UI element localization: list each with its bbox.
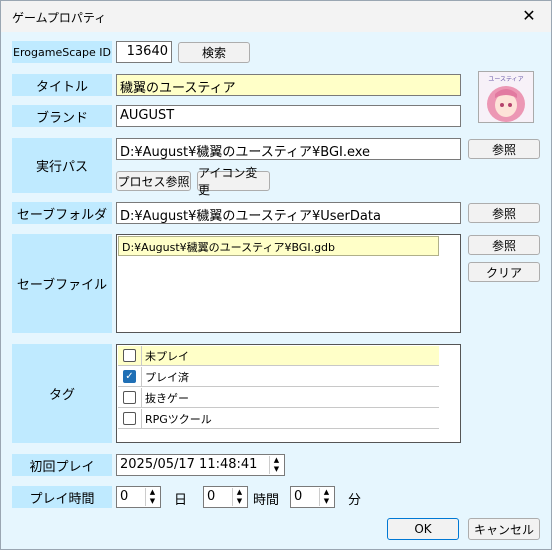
save-folder-label: セーブフォルダ <box>12 202 112 224</box>
tag-row[interactable]: RPGツクール <box>118 409 439 429</box>
first-play-label: 初回プレイ <box>12 454 112 476</box>
svg-text:ユースティア: ユースティア <box>488 76 523 83</box>
days-stepper[interactable]: 0 ▲ ▼ <box>116 486 161 508</box>
minutes-spinner[interactable]: ▲ ▼ <box>319 488 333 506</box>
brand-label: ブランド <box>12 105 112 127</box>
tag-checkbox[interactable] <box>123 391 136 404</box>
spin-up-icon[interactable]: ▲ <box>319 488 333 497</box>
save-folder-field[interactable]: D:¥August¥穢翼のユースティア¥UserData <box>116 202 461 224</box>
spin-up-icon[interactable]: ▲ <box>269 456 283 465</box>
days-spinner[interactable]: ▲ ▼ <box>145 488 159 506</box>
clear-button[interactable]: クリア <box>468 262 540 282</box>
spin-down-icon[interactable]: ▼ <box>232 497 246 506</box>
erogamescape-label: ErogameScape ID <box>12 41 112 63</box>
exe-path-field[interactable]: D:¥August¥穢翼のユースティア¥BGI.exe <box>116 138 461 160</box>
tag-checkbox[interactable] <box>123 412 136 425</box>
exe-path-label: 実行パス <box>12 138 112 193</box>
cancel-button[interactable]: キャンセル <box>468 518 540 540</box>
spin-up-icon[interactable]: ▲ <box>145 488 159 497</box>
title-label: タイトル <box>12 74 112 96</box>
tag-divider <box>141 367 142 387</box>
hours-spinner[interactable]: ▲ ▼ <box>232 488 246 506</box>
day-unit: 日 <box>174 493 188 508</box>
brand-field[interactable]: AUGUST <box>116 105 461 127</box>
tag-divider <box>141 409 142 429</box>
save-file-item[interactable]: D:¥August¥穢翼のユースティア¥BGI.gdb <box>118 236 439 256</box>
window-title: ゲームプロパティ <box>12 11 107 25</box>
tag-row[interactable]: 抜きゲー <box>118 388 439 408</box>
character-icon: ユースティア <box>479 72 533 122</box>
save-file-label: セーブファイル <box>12 234 112 333</box>
days-value: 0 <box>120 489 129 504</box>
search-button[interactable]: 検索 <box>178 42 250 63</box>
exe-browse-button[interactable]: 参照 <box>468 139 540 159</box>
erogamescape-id-field[interactable]: 13640 <box>116 41 172 63</box>
tag-label: タグ <box>12 344 112 443</box>
tag-label-text: 抜きゲー <box>145 392 189 405</box>
hours-value: 0 <box>207 489 216 504</box>
ok-button[interactable]: OK <box>387 518 459 540</box>
game-icon-thumbnail[interactable]: ユースティア <box>478 71 534 123</box>
spin-down-icon[interactable]: ▼ <box>319 497 333 506</box>
tag-checkbox-checked[interactable]: ✓ <box>123 370 136 383</box>
minutes-stepper[interactable]: 0 ▲ ▼ <box>290 486 335 508</box>
tag-divider <box>141 346 142 366</box>
tag-list[interactable]: 未プレイ ✓ プレイ済 抜きゲー RPGツクール <box>116 344 461 443</box>
minute-unit: 分 <box>348 493 362 508</box>
tag-row[interactable]: 未プレイ <box>118 346 439 366</box>
spin-down-icon[interactable]: ▼ <box>269 465 283 474</box>
tag-label-text: プレイ済 <box>145 371 189 384</box>
save-file-browse-button[interactable]: 参照 <box>468 235 540 255</box>
tag-divider <box>141 388 142 408</box>
save-file-list[interactable]: D:¥August¥穢翼のユースティア¥BGI.gdb <box>116 234 461 333</box>
close-icon[interactable]: ✕ <box>519 6 539 25</box>
hour-unit: 時間 <box>253 493 280 508</box>
tag-row[interactable]: ✓ プレイ済 <box>118 367 439 387</box>
tag-label-text: RPGツクール <box>145 413 212 426</box>
tag-label-text: 未プレイ <box>145 350 189 363</box>
save-folder-browse-button[interactable]: 参照 <box>468 203 540 223</box>
game-properties-window: ゲームプロパティ ✕ ErogameScape ID 13640 検索 タイトル… <box>0 0 552 550</box>
first-play-spinner[interactable]: ▲ ▼ <box>269 456 283 474</box>
spin-down-icon[interactable]: ▼ <box>145 497 159 506</box>
spin-up-icon[interactable]: ▲ <box>232 488 246 497</box>
first-play-value: 2025/05/17 11:48:41 <box>120 457 258 472</box>
minutes-value: 0 <box>294 489 303 504</box>
icon-change-button[interactable]: アイコン変更 <box>197 166 270 197</box>
title-field[interactable]: 穢翼のユースティア <box>116 74 461 96</box>
first-play-datetime[interactable]: 2025/05/17 11:48:41 ▲ ▼ <box>116 454 285 476</box>
process-browse-button[interactable]: プロセス参照 <box>116 171 191 191</box>
title-bar: ゲームプロパティ ✕ <box>1 1 551 32</box>
tag-checkbox[interactable] <box>123 349 136 362</box>
play-time-label: プレイ時間 <box>12 486 112 508</box>
hours-stepper[interactable]: 0 ▲ ▼ <box>203 486 248 508</box>
